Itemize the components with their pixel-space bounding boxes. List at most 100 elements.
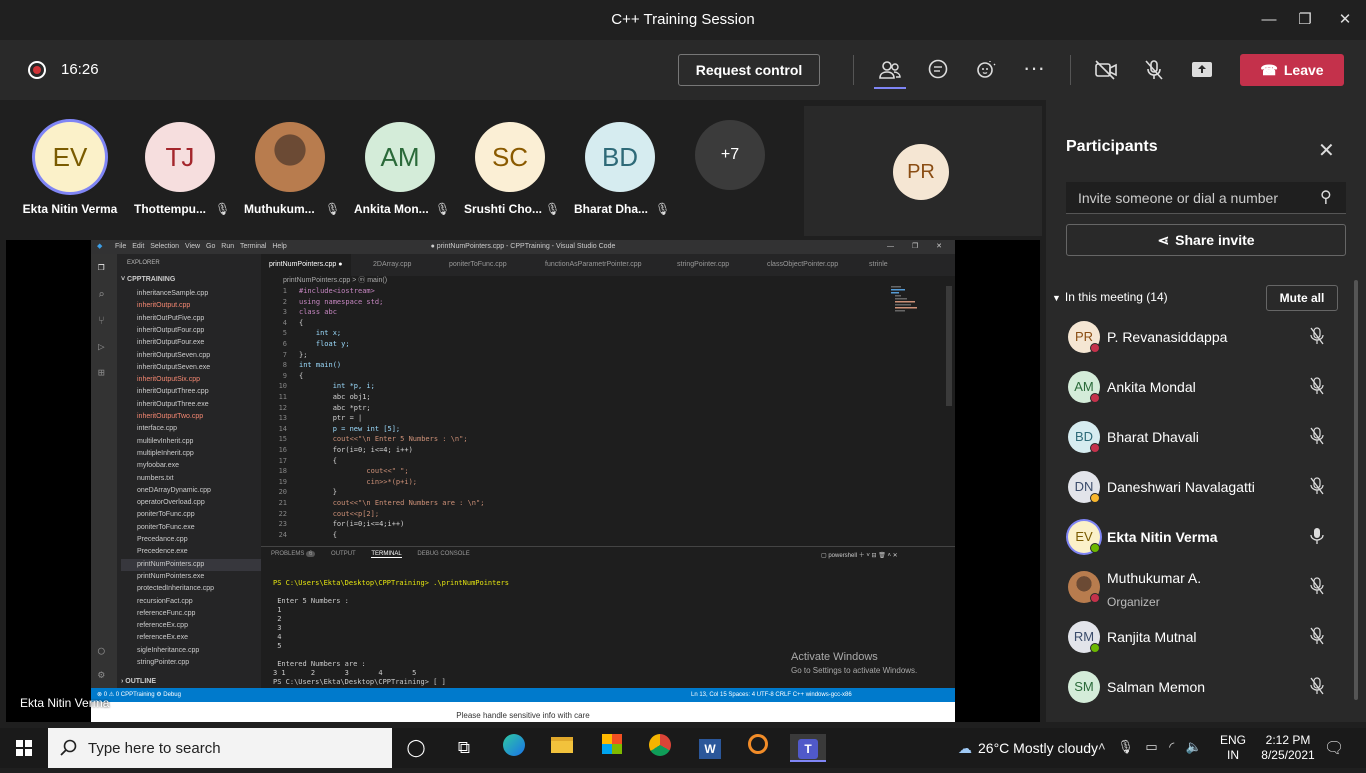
editor-tab[interactable]: classObjectPointer.cpp <box>759 254 846 276</box>
file-item[interactable]: inheritOutputSeven.cpp <box>137 350 210 362</box>
file-item[interactable]: inheritOutput.cpp <box>137 300 190 312</box>
file-item[interactable]: inheritOutputThree.exe <box>137 399 209 411</box>
file-item[interactable]: numbers.txt <box>137 473 174 485</box>
file-item[interactable]: multipleInherit.cpp <box>137 448 194 460</box>
task-view-icon[interactable]: ⧉ <box>446 734 482 762</box>
settings-gear-icon[interactable]: ⚙ <box>98 668 105 681</box>
terminal-shell-selector[interactable]: ▢ powershell ＋ ˅ ⊟ 🗑 ˄ ✕ <box>821 550 898 559</box>
participant-row[interactable]: PR P. Revanasiddappa <box>1066 315 1356 359</box>
file-item[interactable]: interface.cpp <box>137 423 177 435</box>
mic-off-icon[interactable] <box>1310 627 1324 648</box>
file-item[interactable]: Precedance.cpp <box>137 534 188 546</box>
file-item[interactable]: oneDArrayDynamic.cpp <box>137 485 211 497</box>
leave-button[interactable]: ☎ Leave <box>1240 54 1344 86</box>
file-item[interactable]: stringPointer.cpp <box>137 657 189 669</box>
pinned-video-tile[interactable]: PR <box>804 106 1042 236</box>
mute-all-button[interactable]: Mute all <box>1266 285 1338 311</box>
tab-problems[interactable]: PROBLEMS 6 <box>271 551 316 557</box>
participant-tile[interactable]: EV Ekta Nitin Verma <box>16 122 124 232</box>
chat-icon[interactable] <box>922 54 954 86</box>
file-item[interactable]: sigleInheritance.cpp <box>137 645 199 657</box>
file-item[interactable]: inheritOutputFour.cpp <box>137 325 204 337</box>
extensions-icon[interactable]: ⊞ <box>98 366 105 379</box>
invite-input[interactable] <box>1078 190 1308 206</box>
file-item[interactable]: poniterToFunc.cpp <box>137 509 195 521</box>
participant-row[interactable]: BD Bharat Dhavali <box>1066 415 1356 459</box>
file-item[interactable]: recursionFact.cpp <box>137 596 193 608</box>
participant-row[interactable]: Muthukumar A. Organizer <box>1066 565 1356 609</box>
minimize-button[interactable]: — <box>1254 8 1284 32</box>
tab-terminal[interactable]: TERMINAL <box>371 551 402 558</box>
status-right[interactable]: Ln 13, Col 15 Spaces: 4 UTF-8 CRLF C++ w… <box>691 688 852 702</box>
editor-tab[interactable]: printNumPointers.cpp ● <box>261 254 351 276</box>
participant-tile[interactable]: SC Srushti Cho... 🎙︎ <box>456 122 564 232</box>
store-icon[interactable] <box>594 734 630 762</box>
file-item[interactable]: inheritanceSample.cpp <box>137 288 208 300</box>
participant-tile[interactable]: AM Ankita Mon... 🎙︎ <box>346 122 454 232</box>
mic-off-icon[interactable] <box>1310 577 1324 598</box>
mic-off-icon[interactable] <box>1310 427 1324 448</box>
app-icon[interactable] <box>740 734 776 762</box>
camera-off-icon[interactable] <box>1090 54 1122 86</box>
editor-tab[interactable]: functionAsParametrPointer.cpp <box>537 254 650 276</box>
tab-debug-console[interactable]: DEBUG CONSOLE <box>417 551 469 557</box>
clock[interactable]: 2:12 PM 8/25/2021 <box>1256 733 1320 763</box>
editor-tab[interactable]: 2DArray.cpp <box>365 254 419 276</box>
file-item[interactable]: inheritOutputSix.cpp <box>137 374 200 386</box>
close-icon[interactable]: ✕ <box>1318 138 1335 163</box>
chrome-icon[interactable] <box>642 734 678 762</box>
participant-row[interactable]: SM Salman Memon <box>1066 665 1356 709</box>
maximize-button[interactable]: ❐ <box>1290 8 1320 32</box>
mic-off-icon[interactable] <box>1310 677 1324 698</box>
file-explorer-icon[interactable] <box>544 734 580 762</box>
run-debug-icon[interactable]: ▷ <box>98 340 105 353</box>
editor-tab[interactable]: poniterToFunc.cpp <box>441 254 515 276</box>
editor-scrollbar[interactable] <box>946 286 952 406</box>
file-item[interactable]: poniterToFunc.exe <box>137 522 195 534</box>
file-item[interactable]: inheritOutPutFive.cpp <box>137 313 204 325</box>
share-screen-icon[interactable] <box>1186 54 1218 86</box>
file-item[interactable]: myfoobar.exe <box>137 460 179 472</box>
mic-off-icon[interactable] <box>1310 327 1324 348</box>
code-editor[interactable]: 1 #include<iostream> 2 using namespace std;… <box>261 286 941 546</box>
file-item[interactable]: referenceEx.exe <box>137 632 188 644</box>
notification-icon[interactable]: 🗨 <box>1324 738 1344 758</box>
in-meeting-header[interactable]: ▼ In this meeting (14) <box>1052 290 1168 304</box>
terminal-output[interactable]: PS C:\Users\Ekta\Desktop\CPPTraining> .\… <box>273 579 509 687</box>
tab-output[interactable]: OUTPUT <box>331 551 356 557</box>
breadcrumb[interactable]: printNumPointers.cpp > ⓜ main() <box>261 276 387 286</box>
mic-off-icon[interactable] <box>1138 54 1170 86</box>
editor-tab[interactable]: strinle <box>861 254 896 276</box>
mic-off-icon[interactable] <box>1310 377 1324 398</box>
status-left[interactable]: ⊗ 0 ⚠ 0 CPPTraining ⚙ Debug <box>97 688 181 702</box>
participants-icon[interactable] <box>874 54 906 86</box>
file-item[interactable]: inheritOutputFour.exe <box>137 337 204 349</box>
mic-on-icon[interactable] <box>1310 527 1324 548</box>
teams-icon[interactable]: T <box>790 734 826 762</box>
request-control-button[interactable]: Request control <box>678 54 820 86</box>
file-item[interactable]: inheritOutputTwo.cpp <box>137 411 203 423</box>
participant-tile[interactable]: TJ Thottempu... 🎙︎ <box>126 122 234 232</box>
file-item[interactable]: printNumPointers.exe <box>137 571 204 583</box>
taskbar-search-input[interactable] <box>88 740 378 757</box>
share-invite-button[interactable]: ⋖ Share invite <box>1066 224 1346 256</box>
file-item[interactable]: referenceEx.cpp <box>137 620 188 632</box>
start-button[interactable] <box>0 728 48 768</box>
overflow-participants[interactable]: +7 <box>676 120 784 232</box>
file-item[interactable]: printNumPointers.cpp <box>121 558 261 571</box>
participant-row[interactable]: AM Ankita Mondal <box>1066 365 1356 409</box>
file-item[interactable]: operatorOverload.cpp <box>137 497 205 509</box>
file-item[interactable]: protectedInheritance.cpp <box>137 583 214 595</box>
edge-icon[interactable] <box>496 734 532 762</box>
participant-row[interactable]: EV Ekta Nitin Verma <box>1066 515 1356 559</box>
file-item[interactable]: referenceFunc.cpp <box>137 608 195 620</box>
file-item[interactable]: Precedence.exe <box>137 546 188 558</box>
participant-tile[interactable]: BD Bharat Dha... 🎙︎ <box>566 122 674 232</box>
word-icon[interactable]: W <box>692 734 728 762</box>
file-item[interactable]: multilevInherit.cpp <box>137 436 193 448</box>
system-tray-icons[interactable]: ˄ 🎙︎ ▭ ◜ 🔈 <box>1098 739 1202 755</box>
file-item[interactable]: inheritOutputThree.cpp <box>137 386 209 398</box>
participant-tile[interactable]: Muthukum... 🎙︎ <box>236 122 344 232</box>
cortana-icon[interactable]: ◯ <box>398 734 434 762</box>
editor-tab[interactable]: stringPointer.cpp <box>669 254 737 276</box>
